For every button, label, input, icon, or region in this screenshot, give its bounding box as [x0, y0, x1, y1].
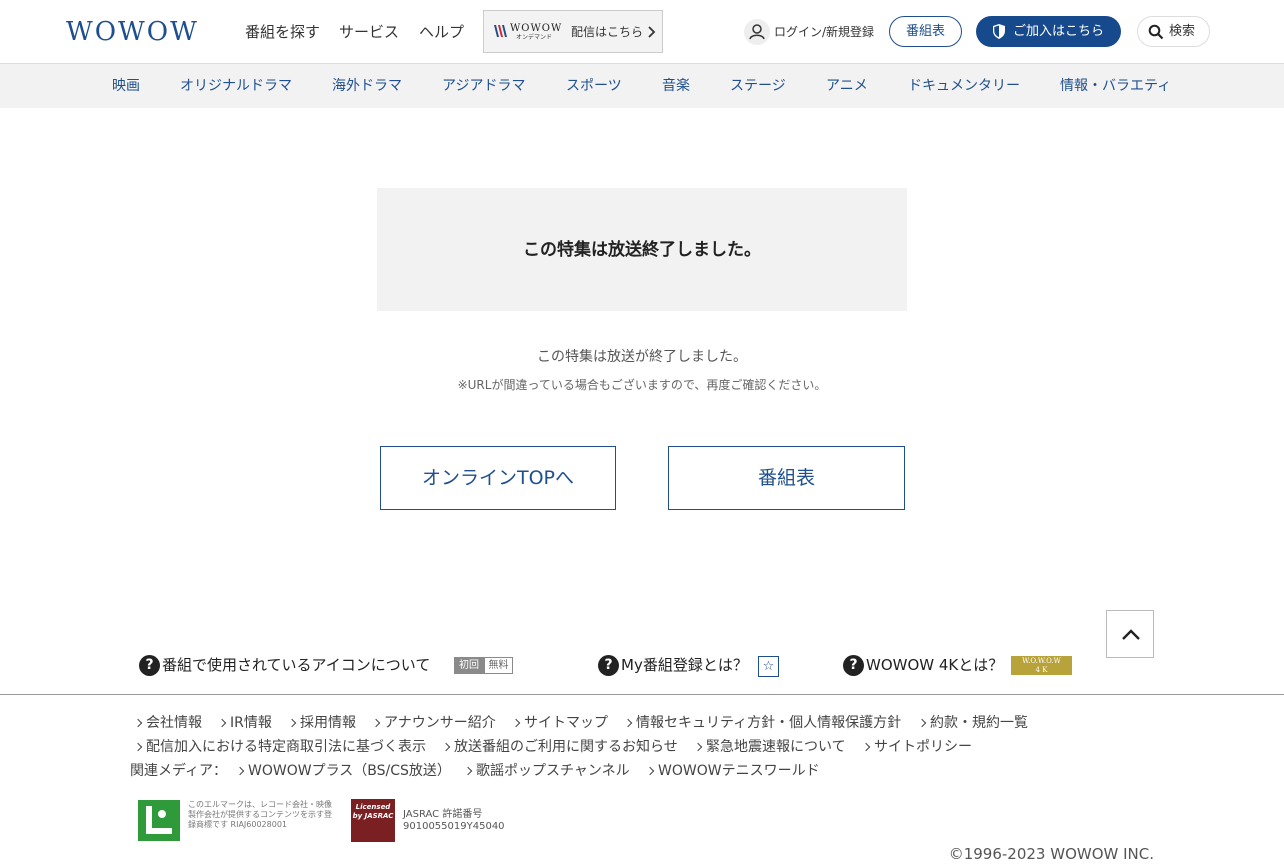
- genre-movies[interactable]: 映画: [112, 76, 140, 96]
- on-demand-button[interactable]: WOWOW オンデマンド 配信はこちら: [483, 10, 663, 53]
- footer-link-announcers[interactable]: アナウンサー紹介: [370, 713, 496, 733]
- fourk-help-link[interactable]: ? WOWOW 4Kとは？: [843, 654, 1008, 676]
- search-icon: [1148, 24, 1164, 40]
- online-top-button[interactable]: オンラインTOPへ: [380, 446, 616, 510]
- badge-free: 無料: [484, 657, 513, 674]
- jasrac-logo: Licensed by JASRAC: [351, 799, 395, 842]
- wowow-logo[interactable]: WOWOW: [66, 18, 199, 46]
- mylist-help-label: My番組登録とは？: [621, 656, 748, 674]
- footer-link-earthquake[interactable]: 緊急地震速報について: [692, 737, 846, 757]
- icons-help-label: 番組で使用されているアイコンについて: [162, 656, 431, 674]
- back-to-top-button[interactable]: [1106, 610, 1154, 658]
- icons-help-link[interactable]: ? 番組で使用されているアイコンについて: [139, 654, 459, 676]
- question-icon: ?: [139, 655, 160, 676]
- genre-stage[interactable]: ステージ: [730, 76, 786, 96]
- join-button[interactable]: ご加入はこちら: [976, 16, 1121, 47]
- fourk-help-label: WOWOW 4Kとは？: [866, 656, 1004, 674]
- genre-nav: 映画 オリジナルドラマ 海外ドラマ アジアドラマ スポーツ 音楽 ステージ アニ…: [0, 64, 1284, 108]
- media-link-tennis-world[interactable]: WOWOWテニスワールド: [644, 761, 820, 781]
- on-demand-label: 配信はこちら: [571, 25, 644, 39]
- footer-link-tokusho[interactable]: 配信加入における特定商取引法に基づく表示: [132, 737, 426, 757]
- nav-services[interactable]: サービス: [339, 21, 399, 43]
- genre-asian-drama[interactable]: アジアドラマ: [442, 76, 525, 96]
- ended-message: この特集は放送が終了しました。: [537, 349, 747, 365]
- l-mark-text: このエルマークは、レコード会社・映像製作会社が提供するコンテンツを示す登録商標で…: [188, 800, 332, 829]
- wowow-4k-badge: W.O.W.O.W 4 K: [1011, 656, 1072, 675]
- footer-divider: [0, 694, 1284, 695]
- jasrac-license: JASRAC 許諾番号 9010055019Y45040: [403, 809, 505, 832]
- user-icon: [744, 19, 770, 45]
- notice-title: この特集は放送終了しました。: [523, 240, 761, 260]
- chevron-right-icon: [648, 26, 656, 38]
- schedule-button[interactable]: 番組表: [889, 16, 962, 47]
- question-icon: ?: [598, 655, 619, 676]
- genre-music[interactable]: 音楽: [662, 76, 690, 96]
- genre-sports[interactable]: スポーツ: [566, 76, 622, 96]
- login-label: ログイン/新規登録: [774, 25, 875, 39]
- notice-box: この特集は放送終了しました。: [377, 188, 907, 311]
- genre-original-drama[interactable]: オリジナルドラマ: [180, 76, 292, 96]
- search-button[interactable]: 検索: [1137, 16, 1210, 47]
- footer-link-ir[interactable]: IR情報: [216, 713, 272, 733]
- star-icon: ☆: [758, 656, 779, 677]
- nav-find-programs[interactable]: 番組を探す: [245, 21, 320, 43]
- chevron-up-icon: [1122, 629, 1140, 640]
- search-label: 検索: [1169, 24, 1196, 39]
- schedule-big-button[interactable]: 番組表: [668, 446, 905, 510]
- footer-link-site-policy[interactable]: サイトポリシー: [860, 737, 972, 757]
- site-header: WOWOW 番組を探す サービス ヘルプ WOWOW オンデマンド 配信はこちら…: [0, 0, 1284, 64]
- footer-link-terms[interactable]: 約款・規約一覧: [916, 713, 1028, 733]
- footer-link-broadcast-notice[interactable]: 放送番組のご利用に関するお知らせ: [440, 737, 678, 757]
- footer-link-company[interactable]: 会社情報: [132, 713, 202, 733]
- url-note: ※URLが間違っている場合もございますので、再度ご確認ください。: [457, 378, 827, 392]
- media-link-wowow-plus[interactable]: WOWOWプラス（BS/CS放送）: [234, 761, 451, 781]
- footer-link-sitemap[interactable]: サイトマップ: [510, 713, 608, 733]
- media-link-kayou-pops[interactable]: 歌謡ポップスチャンネル: [462, 761, 630, 781]
- related-media-label: 関連メディア：: [130, 763, 228, 779]
- genre-anime[interactable]: アニメ: [826, 76, 868, 96]
- nav-help[interactable]: ヘルプ: [419, 21, 464, 43]
- badge-first-airing: 初回: [454, 657, 484, 674]
- footer-link-privacy[interactable]: 情報セキュリティ方針・個人情報保護方針: [622, 713, 901, 733]
- on-demand-logo: WOWOW オンデマンド: [494, 23, 566, 41]
- l-mark-logo: [138, 800, 180, 841]
- join-label: ご加入はこちら: [1013, 24, 1105, 39]
- question-icon: ?: [843, 655, 864, 676]
- genre-foreign-drama[interactable]: 海外ドラマ: [332, 76, 402, 96]
- shield-icon: [993, 24, 1005, 39]
- on-demand-mark-icon: [494, 25, 507, 37]
- genre-documentary[interactable]: ドキュメンタリー: [908, 76, 1020, 96]
- footer-link-recruit[interactable]: 採用情報: [286, 713, 356, 733]
- copyright: ©1996-2023 WOWOW INC.: [948, 845, 1154, 863]
- genre-variety[interactable]: 情報・バラエティ: [1060, 76, 1171, 96]
- mylist-help-link[interactable]: ? My番組登録とは？: [598, 654, 758, 676]
